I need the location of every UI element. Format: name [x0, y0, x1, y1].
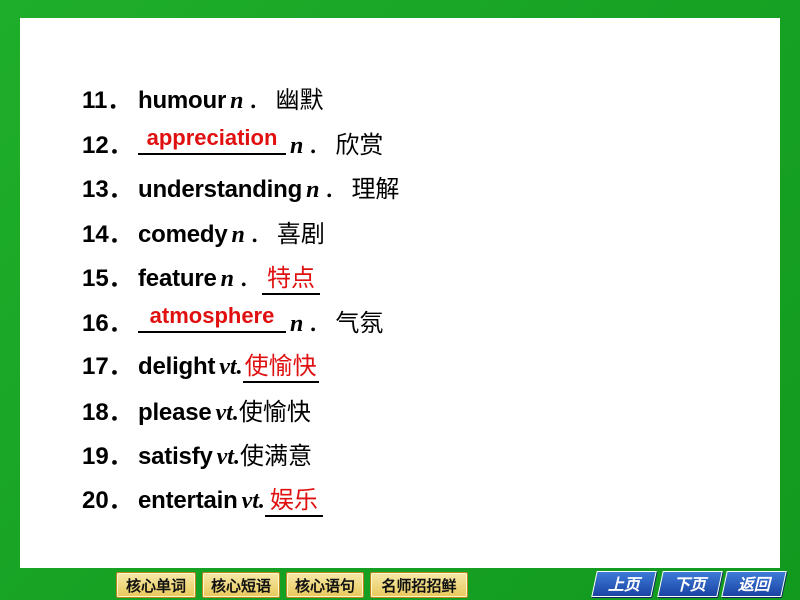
core-words-button[interactable]: 核心单词 — [116, 572, 196, 598]
vocab-item-20: 20． entertain vt. 娱乐 — [82, 479, 722, 524]
vocab-item-19: 19． satisfy vt.使满意 — [82, 434, 722, 479]
vocab-item-12: 12． appreciation n ．欣赏 — [82, 123, 722, 168]
answer-blank: 特点 — [262, 263, 320, 295]
item-number: 20． — [82, 486, 133, 514]
back-button[interactable]: 返回 — [721, 571, 787, 597]
core-sentences-button[interactable]: 核心语句 — [286, 572, 364, 598]
part-of-speech: n — [230, 88, 244, 114]
part-of-speech: vt — [216, 444, 234, 470]
chinese-meaning: 理解 — [351, 175, 400, 203]
vocab-list: 11． humour n ．幽默 12． appreciation n ．欣赏 13． und… — [82, 78, 722, 523]
english-word: understanding — [138, 176, 303, 203]
separator: ． — [307, 308, 332, 337]
item-number: 19． — [82, 443, 133, 470]
chinese-meaning: 使愉快 — [238, 397, 311, 426]
part-of-speech: vt — [241, 487, 259, 514]
chinese-meaning: 幽默 — [275, 86, 324, 114]
part-of-speech: n — [231, 221, 245, 248]
item-number: 12． — [82, 131, 133, 159]
item-number: 18． — [82, 398, 133, 426]
teacher-tips-button[interactable]: 名师招招鲜 — [370, 572, 468, 598]
core-phrases-button[interactable]: 核心短语 — [202, 572, 280, 598]
vocab-item-18: 18． please vt.使愉快 — [82, 390, 722, 435]
chinese-meaning: 气氛 — [335, 308, 384, 337]
answer-blank: appreciation — [138, 123, 286, 155]
english-word: entertain — [138, 486, 238, 514]
previous-page-button[interactable]: 上页 — [591, 571, 657, 597]
english-word: comedy — [138, 220, 228, 248]
separator: ． — [248, 219, 273, 248]
vocab-item-17: 17． delight vt.使愉快 — [82, 345, 722, 390]
answer-text: 特点 — [267, 264, 315, 292]
item-number: 17． — [82, 353, 133, 380]
answer-blank: 娱乐 — [264, 485, 323, 517]
part-of-speech: vt — [219, 354, 237, 380]
answer-text: appreciation — [146, 124, 278, 150]
answer-blank: atmosphere — [138, 301, 286, 333]
next-page-label: 下页 — [673, 575, 706, 594]
next-page-button[interactable]: 下页 — [657, 571, 723, 597]
item-number: 16． — [82, 309, 133, 337]
answer-blank: 使愉快 — [242, 351, 319, 383]
english-word: delight — [138, 353, 216, 380]
item-number: 14． — [82, 220, 133, 248]
english-word: satisfy — [138, 443, 213, 470]
separator: ． — [247, 86, 272, 114]
english-word: please — [138, 398, 212, 426]
bottom-navigation-bar: 核心单词 核心短语 核心语句 名师招招鲜 上页 下页 返回 — [0, 570, 800, 600]
answer-text: atmosphere — [149, 302, 275, 328]
chinese-meaning: 喜剧 — [276, 219, 325, 248]
vocab-item-16: 16． atmosphere n ．气氛 — [82, 301, 722, 346]
chinese-meaning: 欣赏 — [335, 130, 384, 159]
english-word: feature — [138, 265, 217, 292]
item-number: 13． — [82, 176, 133, 203]
vocab-item-11: 11． humour n ．幽默 — [82, 78, 722, 123]
back-label: 返回 — [737, 575, 770, 594]
vocab-item-13: 13． understanding n ．理解 — [82, 167, 722, 212]
part-of-speech: vt — [215, 399, 233, 426]
separator: ． — [238, 264, 262, 292]
part-of-speech: n — [290, 132, 304, 159]
chinese-meaning: 使满意 — [239, 442, 312, 470]
answer-text: 娱乐 — [269, 485, 318, 514]
separator: ． — [323, 175, 348, 203]
item-number: 11． — [82, 87, 132, 114]
slide-content-area: 11． humour n ．幽默 12． appreciation n ．欣赏 13． und… — [20, 18, 780, 568]
part-of-speech: n — [220, 266, 234, 292]
english-word: humour — [138, 87, 227, 114]
vocab-item-15: 15． feature n ．特点 — [82, 256, 722, 301]
answer-text: 使愉快 — [244, 352, 317, 380]
item-number: 15． — [82, 265, 133, 292]
separator: ． — [307, 130, 332, 159]
vocab-item-14: 14． comedy n ．喜剧 — [82, 212, 722, 257]
part-of-speech: n — [290, 310, 304, 337]
previous-page-label: 上页 — [607, 575, 640, 594]
part-of-speech: n — [306, 177, 320, 203]
